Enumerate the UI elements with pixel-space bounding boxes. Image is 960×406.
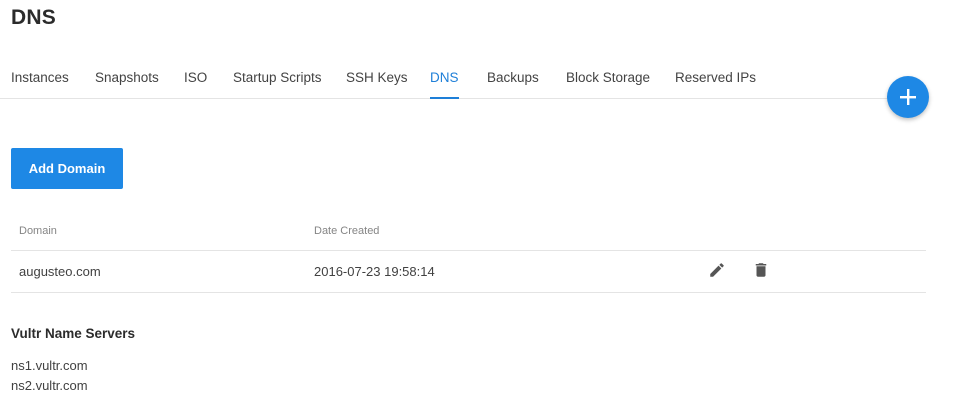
date-created-cell: 2016-07-23 19:58:14 [314, 264, 435, 279]
trash-icon [755, 263, 767, 277]
tab-iso[interactable]: ISO [184, 70, 207, 97]
pencil-icon [710, 263, 724, 277]
name-server-item: ns1.vultr.com [11, 358, 88, 373]
tab-backups[interactable]: Backups [487, 70, 539, 97]
tab-snapshots[interactable]: Snapshots [95, 70, 159, 97]
plus-icon [900, 89, 916, 105]
page-title: DNS [11, 6, 56, 29]
column-header-date-created: Date Created [314, 225, 380, 237]
tab-block-storage[interactable]: Block Storage [566, 70, 650, 97]
name-servers-title: Vultr Name Servers [11, 326, 136, 341]
tab-bar: Instances Snapshots ISO Startup Scripts … [0, 66, 926, 99]
column-header-domain: Domain [19, 225, 57, 237]
tab-startup-scripts[interactable]: Startup Scripts [233, 70, 322, 97]
name-server-item: ns2.vultr.com [11, 378, 88, 393]
edit-button[interactable] [708, 261, 726, 279]
domain-cell[interactable]: augusteo.com [19, 264, 101, 279]
tab-instances[interactable]: Instances [11, 70, 69, 97]
fab-add-button[interactable] [887, 76, 929, 118]
tab-dns[interactable]: DNS [430, 70, 459, 99]
domains-table: Domain Date Created augusteo.com 2016-07… [11, 212, 926, 293]
tab-ssh-keys[interactable]: SSH Keys [346, 70, 408, 97]
table-row: augusteo.com 2016-07-23 19:58:14 [11, 251, 926, 293]
delete-button[interactable] [752, 261, 770, 279]
table-header: Domain Date Created [11, 212, 926, 251]
tab-reserved-ips[interactable]: Reserved IPs [675, 70, 756, 97]
add-domain-button[interactable]: Add Domain [11, 148, 123, 189]
